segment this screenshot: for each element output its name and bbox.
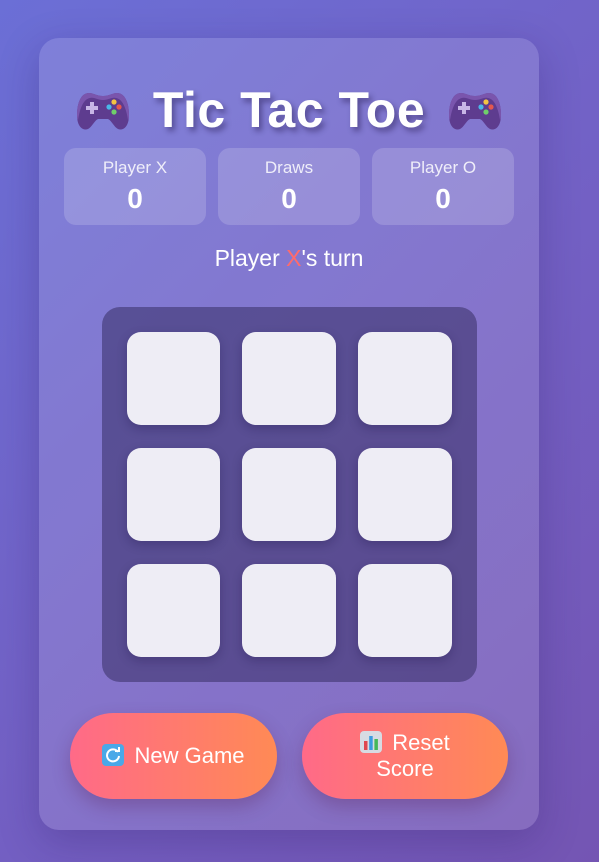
game-board [102, 307, 477, 682]
reset-score-button[interactable]: Reset Score [302, 713, 508, 799]
score-label: Player X [102, 158, 168, 177]
new-game-label: New Game [134, 743, 245, 768]
game-card: Tic Tac Toe Player X 0 Draws 0 Player O [39, 38, 539, 830]
reset-score-label: Reset Score [376, 730, 450, 781]
board-cell[interactable] [242, 448, 336, 541]
board-cell[interactable] [358, 448, 452, 541]
gamepad-icon [75, 87, 131, 133]
score-label: Draws [264, 158, 314, 177]
board-cell[interactable] [127, 564, 220, 657]
score-value: 0 [435, 183, 451, 214]
board-cell[interactable] [127, 332, 220, 425]
turn-status: Player X's turn [39, 244, 539, 272]
current-player-mark: X [286, 245, 302, 271]
new-game-button[interactable]: New Game [70, 713, 277, 799]
board-cell[interactable] [242, 564, 336, 657]
board-cell[interactable] [358, 564, 452, 657]
page-title: Tic Tac Toe [152, 82, 426, 138]
score-player-o: Player O 0 [372, 148, 514, 225]
refresh-icon [102, 744, 125, 766]
score-value: 0 [281, 183, 297, 214]
title-row: Tic Tac Toe [39, 74, 539, 146]
score-value: 0 [127, 183, 143, 214]
status-prefix: Player [214, 245, 287, 271]
score-player-x: Player X 0 [64, 148, 206, 225]
board-cell[interactable] [242, 332, 336, 425]
gamepad-icon [447, 87, 503, 133]
status-suffix: 's turn [301, 245, 364, 271]
score-label: Player O [409, 158, 477, 177]
board-cell[interactable] [127, 448, 220, 541]
score-draws: Draws 0 [218, 148, 360, 225]
bar-chart-icon [360, 731, 383, 753]
board-cell[interactable] [358, 332, 452, 425]
scoreboard: Player X 0 Draws 0 Player O 0 [64, 148, 514, 225]
